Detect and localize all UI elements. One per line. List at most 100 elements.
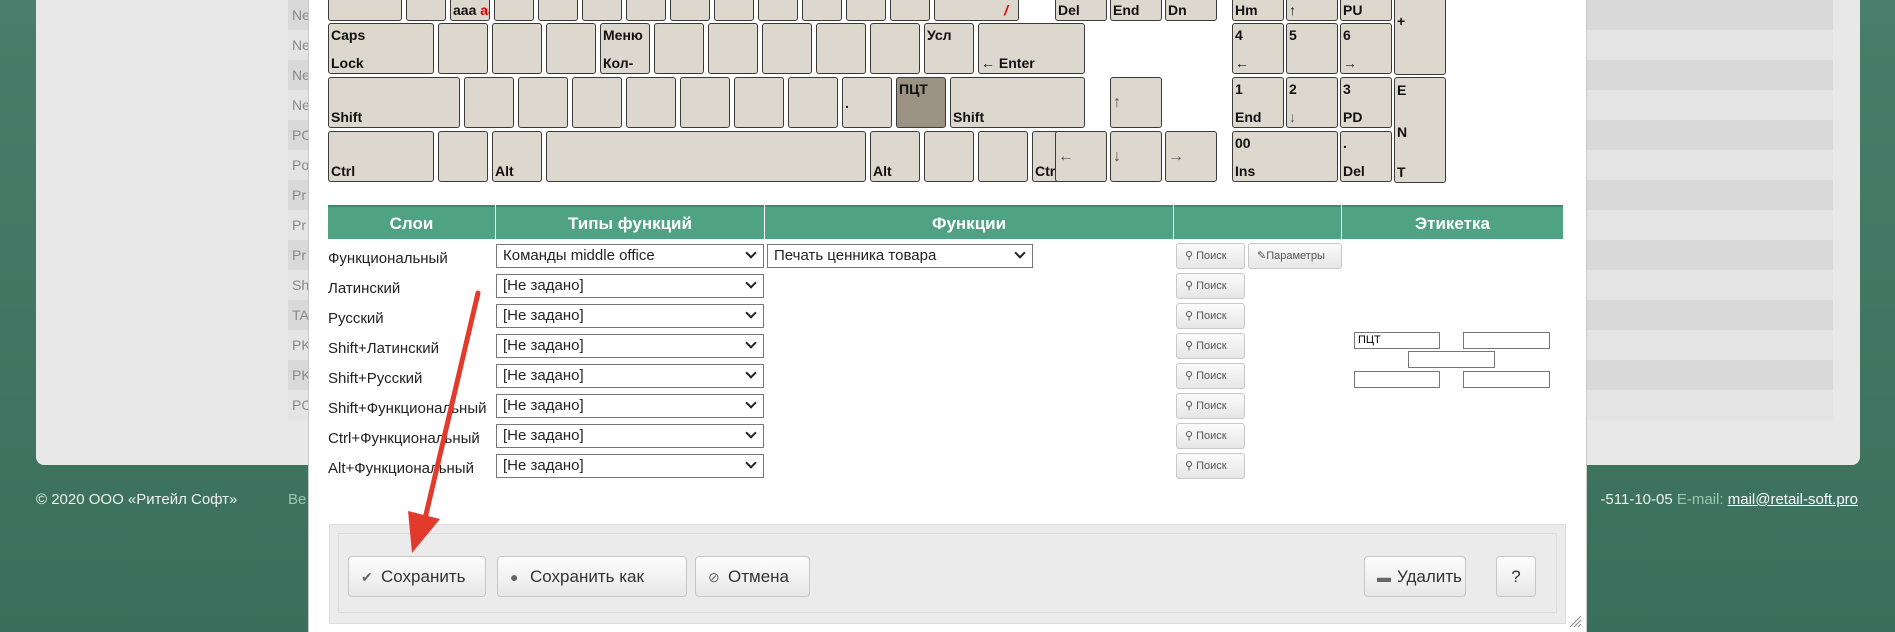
key-num-4[interactable]: 4 ← <box>1232 23 1284 74</box>
key[interactable] <box>328 0 402 21</box>
key-shift-right[interactable]: Shift <box>950 77 1085 128</box>
key-caps-lock[interactable]: Caps Lock <box>328 23 434 74</box>
key-num-5[interactable]: 5 <box>1286 23 1338 74</box>
search-button[interactable]: ⚲ Поиск <box>1176 453 1245 479</box>
key-num-2[interactable]: 2 ↓ <box>1286 77 1338 128</box>
key-ctrl-left[interactable]: Ctrl <box>328 131 434 182</box>
key[interactable] <box>978 131 1028 182</box>
key-menu[interactable]: Меню Кол- <box>600 23 650 74</box>
key-del[interactable]: Del <box>1055 0 1107 21</box>
key-slash[interactable]: / <box>934 0 1019 21</box>
check-circle-icon: ● <box>510 569 519 585</box>
function-select[interactable]: Печать ценника товара <box>767 244 1033 268</box>
key[interactable] <box>626 77 676 128</box>
key-alt-right[interactable]: Alt <box>870 131 920 182</box>
label-input-top-right[interactable] <box>1463 332 1550 349</box>
key-num-enter[interactable]: E N T <box>1394 77 1446 183</box>
key[interactable] <box>518 77 568 128</box>
key-space[interactable] <box>546 131 866 182</box>
key-num-00[interactable]: 00 Ins <box>1232 131 1338 182</box>
key-end[interactable]: End <box>1110 0 1162 21</box>
key-num-3[interactable]: 3 PD <box>1340 77 1392 128</box>
key[interactable] <box>670 0 710 21</box>
function-type-select[interactable]: [Не задано] <box>496 364 764 388</box>
key[interactable] <box>492 23 542 74</box>
key[interactable] <box>758 0 798 21</box>
function-type-select[interactable]: Команды middle office <box>496 244 764 268</box>
key[interactable] <box>572 77 622 128</box>
key-num-1[interactable]: 1 End <box>1232 77 1284 128</box>
key[interactable] <box>438 131 488 182</box>
search-button[interactable]: ⚲ Поиск <box>1176 393 1245 419</box>
key[interactable] <box>538 0 578 21</box>
function-type-select[interactable]: [Не задано] <box>496 394 764 418</box>
key-home[interactable]: Hm <box>1232 0 1284 21</box>
key[interactable] <box>582 0 622 21</box>
footer-copyright: © 2020 ООО «Ритейл Софт» <box>36 491 238 508</box>
function-type-select[interactable]: [Не задано] <box>496 454 764 478</box>
help-button[interactable]: ? <box>1496 556 1536 597</box>
key-shift-left[interactable]: Shift <box>328 77 460 128</box>
resize-handle-icon[interactable] <box>1568 614 1582 628</box>
parameters-button[interactable]: ✎Параметры <box>1248 243 1342 269</box>
key[interactable] <box>890 0 930 21</box>
key[interactable] <box>654 23 704 74</box>
delete-button[interactable]: ▬ Удалить <box>1364 556 1466 597</box>
key-dot[interactable]: . <box>842 77 892 128</box>
footer-contacts: -511-10-05 E-mail: mail@retail-soft.pro <box>1600 491 1858 508</box>
function-type-select[interactable]: [Не задано] <box>496 334 764 358</box>
key[interactable] <box>714 0 754 21</box>
key-arrow-right[interactable]: → <box>1165 131 1217 182</box>
key-num-6[interactable]: 6 → <box>1340 23 1392 74</box>
column-header-layers: Слои <box>328 205 495 239</box>
key-arrow-up[interactable]: ↑ <box>1110 77 1162 128</box>
footer-email-link[interactable]: mail@retail-soft.pro <box>1728 491 1858 508</box>
search-button[interactable]: ⚲ Поиск <box>1176 243 1245 269</box>
label-input-middle[interactable] <box>1408 351 1495 368</box>
key-page-down[interactable]: Dn <box>1165 0 1217 21</box>
key[interactable] <box>846 0 886 21</box>
key[interactable] <box>680 77 730 128</box>
key-page-up[interactable]: PU <box>1340 0 1392 21</box>
search-button[interactable]: ⚲ Поиск <box>1176 273 1245 299</box>
key-enter[interactable]: ← Enter <box>978 23 1085 74</box>
search-button[interactable]: ⚲ Поиск <box>1176 423 1245 449</box>
key[interactable] <box>494 0 534 21</box>
label-input-bottom-right[interactable] <box>1463 371 1550 388</box>
save-as-button[interactable]: ● Сохранить как <box>497 556 687 597</box>
key-up-num[interactable]: ↑ <box>1286 0 1338 21</box>
key[interactable] <box>802 0 842 21</box>
key-aaa[interactable]: aaa aa <box>450 0 490 21</box>
search-icon: ⚲ <box>1185 280 1194 292</box>
label-input-top-left[interactable]: ПЦТ <box>1354 332 1440 349</box>
function-type-select[interactable]: [Не задано] <box>496 274 764 298</box>
key-plus[interactable]: + <box>1394 0 1446 75</box>
key[interactable] <box>762 23 812 74</box>
key[interactable] <box>924 131 974 182</box>
key[interactable] <box>546 23 596 74</box>
key[interactable] <box>626 0 666 21</box>
search-icon: ⚲ <box>1185 460 1194 472</box>
function-type-select[interactable]: [Не задано] <box>496 304 764 328</box>
search-button[interactable]: ⚲ Поиск <box>1176 363 1245 389</box>
key[interactable] <box>870 23 920 74</box>
key-arrow-down[interactable]: ↓ <box>1110 131 1162 182</box>
key[interactable] <box>438 23 488 74</box>
label-input-bottom-left[interactable] <box>1354 371 1440 388</box>
key-alt-left[interactable]: Alt <box>492 131 542 182</box>
cancel-button[interactable]: ⊘ Отмена <box>695 556 810 597</box>
key[interactable] <box>788 77 838 128</box>
chevron-down-icon <box>745 307 757 319</box>
key-num-dot[interactable]: . Del <box>1340 131 1392 182</box>
key[interactable] <box>406 0 446 21</box>
key[interactable] <box>708 23 758 74</box>
search-button[interactable]: ⚲ Поиск <box>1176 333 1245 359</box>
key[interactable] <box>816 23 866 74</box>
search-button[interactable]: ⚲ Поиск <box>1176 303 1245 329</box>
function-type-select[interactable]: [Не задано] <box>496 424 764 448</box>
key-usl[interactable]: Усл <box>924 23 974 74</box>
key[interactable] <box>734 77 784 128</box>
key[interactable] <box>464 77 514 128</box>
key-pct-selected[interactable]: ПЦТ <box>896 77 946 128</box>
key-arrow-left[interactable]: ← <box>1055 131 1107 182</box>
